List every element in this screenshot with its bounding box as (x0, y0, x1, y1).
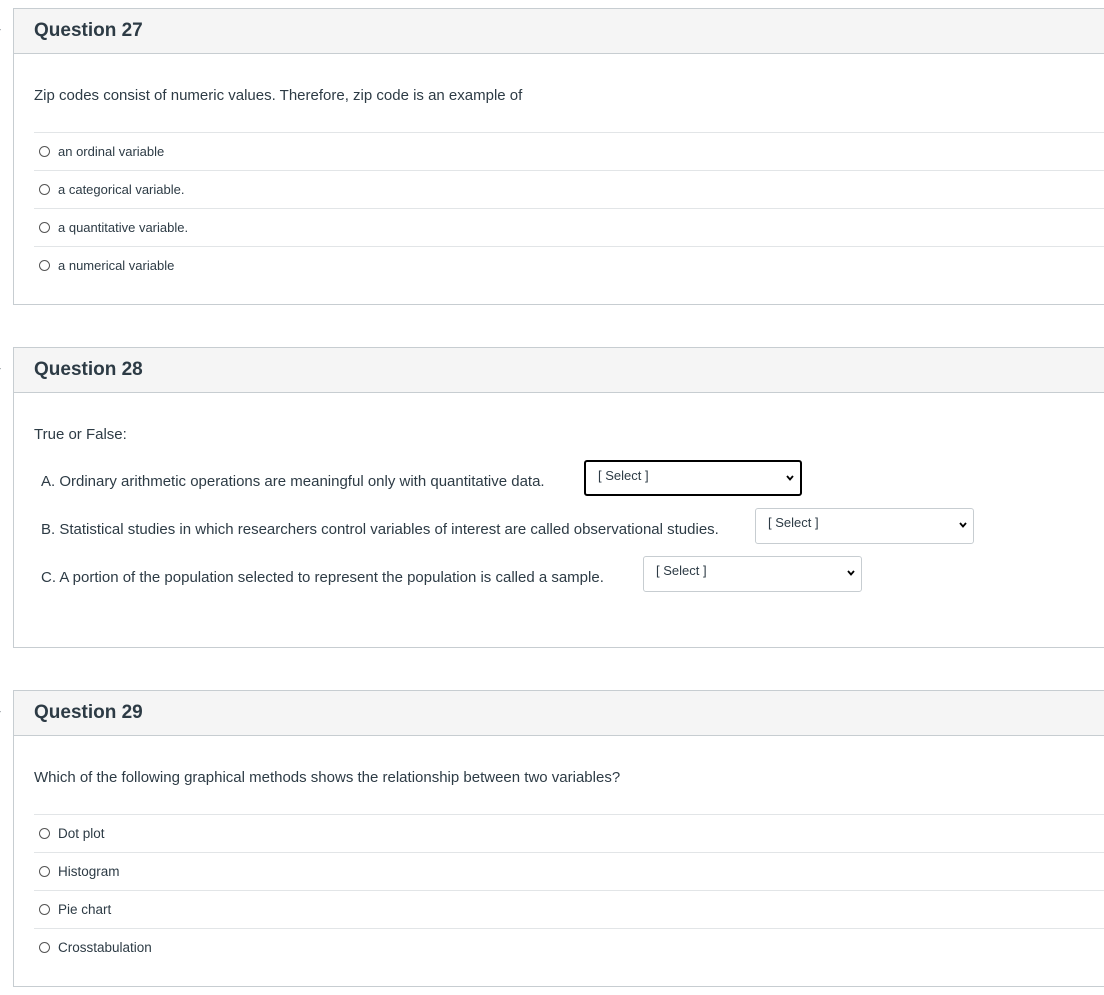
answer-option[interactable]: Dot plot (34, 814, 1104, 852)
answer-label: a quantitative variable. (58, 220, 189, 235)
answer-label: an ordinal variable (58, 144, 165, 159)
radio-button[interactable] (39, 942, 50, 953)
statement-c-text: C. A portion of the population selected … (41, 569, 604, 586)
question-29-card: Question 29 Which of the following graph… (13, 690, 1104, 987)
chevron-right-icon: › (0, 362, 7, 374)
question-27-card: Question 27 Zip codes consist of numeric… (13, 8, 1104, 305)
statement-a-text: A. Ordinary arithmetic operations are me… (41, 473, 545, 490)
chevron-down-icon (847, 570, 855, 576)
question-29-text: Which of the following graphical methods… (34, 769, 621, 786)
question-29-answers: Dot plot Histogram Pie chart Crosstabula… (34, 814, 1104, 966)
statement-a-select[interactable]: [ Select ] (584, 460, 802, 496)
question-29-header: Question 29 (14, 691, 1104, 736)
question-28-title: Question 28 (34, 359, 143, 380)
radio-button[interactable] (39, 904, 50, 915)
chevron-down-icon (786, 475, 794, 481)
select-value: [ Select ] (656, 563, 707, 578)
radio-button[interactable] (39, 828, 50, 839)
answer-label: a numerical variable (58, 258, 175, 273)
answer-option[interactable]: an ordinal variable (34, 132, 1104, 170)
statement-c: C. A portion of the population selected … (41, 569, 604, 586)
select-value: [ Select ] (598, 468, 649, 483)
answer-option[interactable]: Pie chart (34, 890, 1104, 928)
question-27-header: Question 27 (14, 9, 1104, 54)
question-28-intro: True or False: (34, 426, 127, 443)
answer-label: Histogram (58, 864, 120, 879)
question-27-text: Zip codes consist of numeric values. The… (34, 87, 523, 104)
statement-c-select[interactable]: [ Select ] (643, 556, 862, 592)
question-28-card: Question 28 True or False: A. Ordinary a… (13, 347, 1104, 648)
answer-option[interactable]: a quantitative variable. (34, 208, 1104, 246)
chevron-right-icon: › (0, 705, 7, 717)
answer-option[interactable]: Crosstabulation (34, 928, 1104, 966)
answer-option[interactable]: a categorical variable. (34, 170, 1104, 208)
select-value: [ Select ] (768, 515, 819, 530)
question-27-title: Question 27 (34, 20, 143, 41)
radio-button[interactable] (39, 184, 50, 195)
answer-label: a categorical variable. (58, 182, 185, 197)
radio-button[interactable] (39, 146, 50, 157)
chevron-right-icon: › (0, 23, 7, 35)
answer-option[interactable]: a numerical variable (34, 246, 1104, 284)
question-27-answers: an ordinal variable a categorical variab… (34, 132, 1104, 284)
radio-button[interactable] (39, 260, 50, 271)
statement-a: A. Ordinary arithmetic operations are me… (41, 473, 545, 490)
answer-label: Dot plot (58, 826, 105, 841)
radio-button[interactable] (39, 222, 50, 233)
statement-b-select[interactable]: [ Select ] (755, 508, 974, 544)
answer-option[interactable]: Histogram (34, 852, 1104, 890)
statement-b: B. Statistical studies in which research… (41, 521, 719, 538)
chevron-down-icon (959, 522, 967, 528)
answer-label: Crosstabulation (58, 940, 152, 955)
question-29-title: Question 29 (34, 702, 143, 723)
radio-button[interactable] (39, 866, 50, 877)
answer-label: Pie chart (58, 902, 112, 917)
question-28-header: Question 28 (14, 348, 1104, 393)
statement-b-text: B. Statistical studies in which research… (41, 521, 719, 538)
